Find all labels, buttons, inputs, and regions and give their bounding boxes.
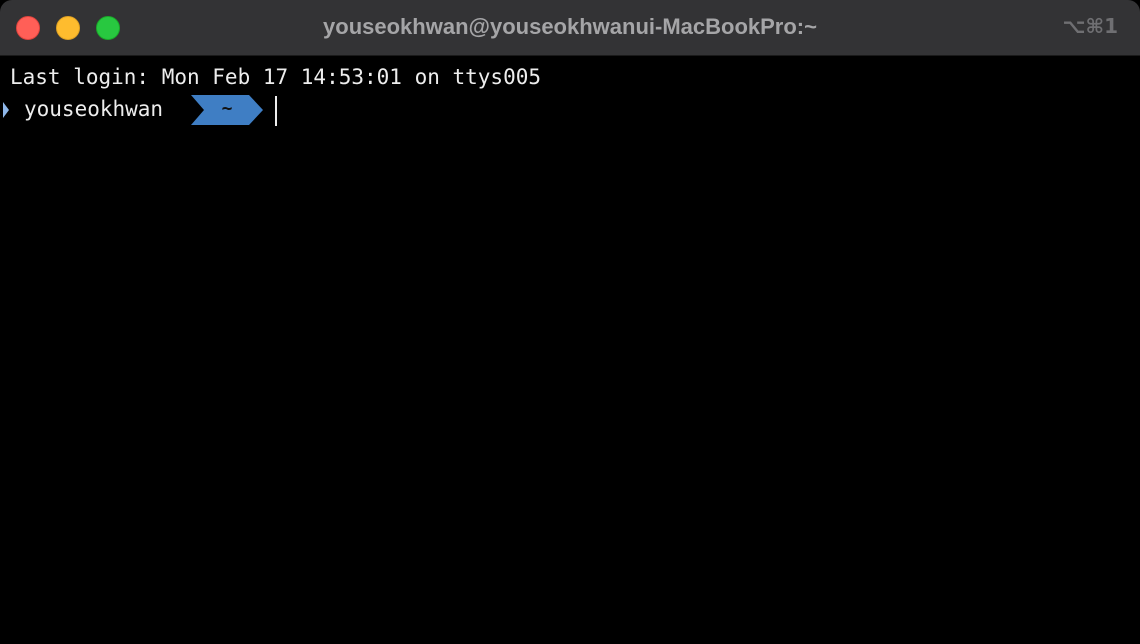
text-cursor [275, 96, 277, 126]
prompt-line: youseokhwan ~ [0, 94, 600, 126]
terminal-content[interactable]: Last login: Mon Feb 17 14:53:01 on ttys0… [0, 56, 1140, 644]
directory-label: ~ [221, 98, 233, 119]
window-shortcut: ⌥⌘1 [1062, 14, 1118, 38]
prompt-arrow-icon [3, 102, 9, 118]
prompt-username: youseokhwan [24, 97, 164, 121]
last-login-line: Last login: Mon Feb 17 14:53:01 on ttys0… [10, 65, 542, 89]
directory-segment: ~ [191, 95, 263, 125]
window-title: youseokhwan@youseokhwanui-MacBookPro:~ [323, 14, 817, 39]
title-bar[interactable]: youseokhwan@youseokhwanui-MacBookPro:~ ⌥… [0, 0, 1140, 56]
terminal-window: youseokhwan@youseokhwanui-MacBookPro:~ ⌥… [0, 0, 1140, 644]
